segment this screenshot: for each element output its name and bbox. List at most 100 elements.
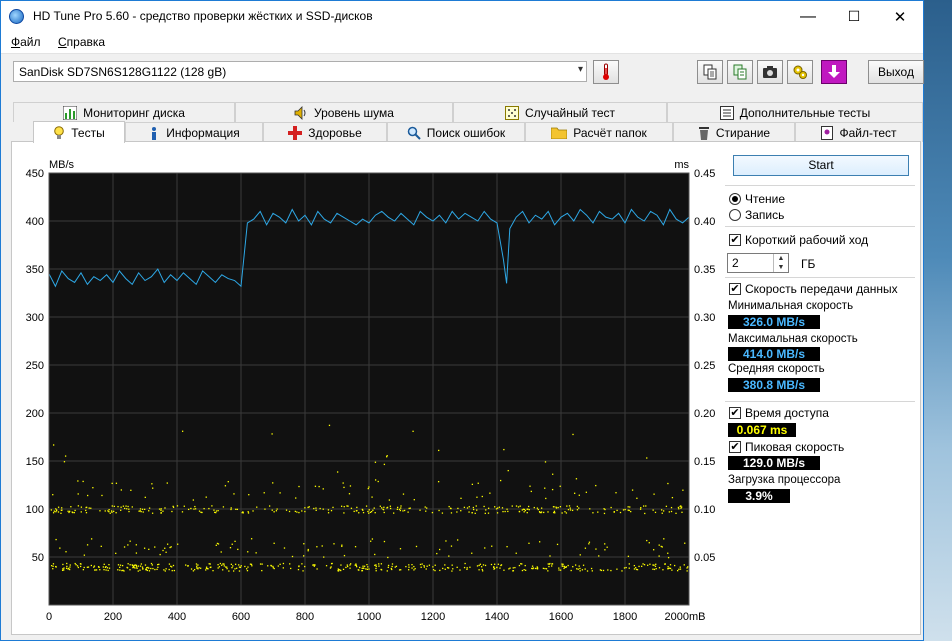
access-time-point (132, 564, 134, 567)
access-time-point (77, 505, 80, 507)
access-time-point (531, 565, 534, 567)
maximize-button[interactable]: ☐ (831, 1, 877, 32)
minimize-button[interactable]: — (785, 1, 831, 32)
access-time-point (343, 486, 345, 489)
access-time-point (396, 506, 399, 509)
access-time-point (171, 569, 173, 572)
health-cross-icon (288, 125, 303, 140)
access-time-point (247, 551, 249, 553)
access-time-point (362, 511, 365, 514)
access-time-point (126, 508, 128, 510)
menu-file[interactable]: Файл (11, 35, 41, 49)
access-time-point (368, 509, 370, 511)
tab-error-scan[interactable]: Поиск ошибок (387, 122, 525, 142)
transfer-rate-checkbox[interactable]: ✔ (729, 283, 741, 295)
access-time-point (370, 540, 372, 542)
access-time-point (586, 570, 589, 572)
access-time-point (588, 543, 590, 545)
menu-help[interactable]: Справка (58, 35, 105, 49)
access-time-point (160, 512, 162, 514)
access-time-point (77, 480, 79, 482)
access-time-point (678, 508, 680, 510)
cpu-usage-label: Загрузка процессора (728, 474, 841, 486)
access-time-point (371, 538, 374, 540)
x-tick-label: 400 (168, 611, 186, 623)
right-y-tick-label: 0.45 (694, 168, 715, 180)
access-time-point (524, 564, 526, 567)
burst-rate-label: Пиковая скорость (745, 440, 845, 454)
short-stroke-checkbox[interactable]: ✔ (729, 234, 741, 246)
access-time-point (105, 569, 107, 571)
access-time-point (57, 506, 60, 508)
copy-all-button[interactable] (727, 60, 753, 84)
access-time-point (456, 511, 458, 513)
access-time-point (205, 566, 208, 568)
access-time-point (159, 553, 161, 556)
access-time-point (476, 496, 478, 498)
access-time-point (483, 505, 485, 508)
tab-folder-usage[interactable]: Расчёт папок (525, 122, 673, 142)
access-time-checkbox[interactable]: ✔ (729, 407, 741, 419)
access-time-point (532, 567, 534, 570)
tab-information[interactable]: Информация (125, 122, 263, 142)
tab-noise-level[interactable]: Уровень шума (235, 102, 453, 122)
options-button[interactable] (787, 60, 813, 84)
tab-file-benchmark[interactable]: Файл-тест (795, 122, 923, 142)
access-time-point (548, 563, 550, 565)
access-time-point (247, 512, 250, 514)
access-time-point (579, 567, 581, 570)
access-time-point (222, 569, 224, 571)
burst-rate-checkbox[interactable]: ✔ (729, 441, 741, 453)
tab-tests[interactable]: Тесты (33, 121, 125, 143)
access-time-point (303, 543, 305, 545)
copy-info-button[interactable] (697, 60, 723, 84)
access-time-point (389, 507, 392, 510)
access-time-point (55, 508, 57, 510)
access-time-point (616, 509, 618, 512)
access-time-point (386, 455, 388, 457)
screenshot-button[interactable] (757, 60, 783, 84)
access-time-point (448, 505, 450, 508)
close-button[interactable]: ✕ (877, 1, 923, 32)
access-time-point (341, 545, 343, 548)
tab-erase[interactable]: Стирание (673, 122, 795, 142)
access-time-point (604, 543, 606, 545)
tab-disk-monitor[interactable]: Мониторинг диска (13, 102, 235, 122)
access-time-point (631, 489, 634, 491)
access-time-point (576, 505, 579, 508)
access-time-point (226, 567, 228, 570)
save-button[interactable] (821, 60, 847, 84)
access-time-point (662, 569, 664, 571)
write-radio[interactable] (729, 209, 741, 221)
tab-random-test[interactable]: Случайный тест (453, 102, 667, 122)
access-time-point (148, 548, 150, 550)
file-icon (821, 125, 834, 140)
access-time-point (643, 564, 646, 566)
stepper-down-icon[interactable]: ▼ (773, 263, 788, 272)
access-time-point (213, 509, 215, 511)
access-time-point (129, 569, 131, 571)
start-button[interactable]: Start (733, 155, 909, 176)
access-time-point (588, 541, 591, 543)
access-time-point (598, 555, 600, 557)
tab-health[interactable]: Здоровье (263, 122, 387, 142)
access-time-point (146, 569, 149, 572)
access-time-point (102, 566, 104, 568)
access-time-point (542, 567, 545, 570)
access-time-point (436, 552, 438, 555)
stepper-up-icon[interactable]: ▲ (773, 254, 788, 263)
temperature-button[interactable] (593, 60, 619, 84)
access-time-point (366, 568, 369, 571)
access-time-point (570, 569, 572, 572)
drive-select[interactable]: SanDisk SD7SN6S128G1122 (128 gB) ▾ (13, 61, 587, 82)
short-stroke-stepper[interactable]: 2 ▲ ▼ (727, 253, 789, 273)
divider (725, 401, 915, 402)
access-time-point (342, 482, 344, 484)
tab-extra-tests[interactable]: Дополнительные тесты (667, 102, 923, 122)
access-time-point (544, 487, 546, 489)
read-radio[interactable] (729, 193, 741, 205)
exit-button[interactable]: Выход (868, 60, 924, 84)
max-speed-label: Максимальная скорость (728, 333, 858, 345)
access-time-point (528, 508, 530, 511)
access-time-point (503, 448, 505, 451)
